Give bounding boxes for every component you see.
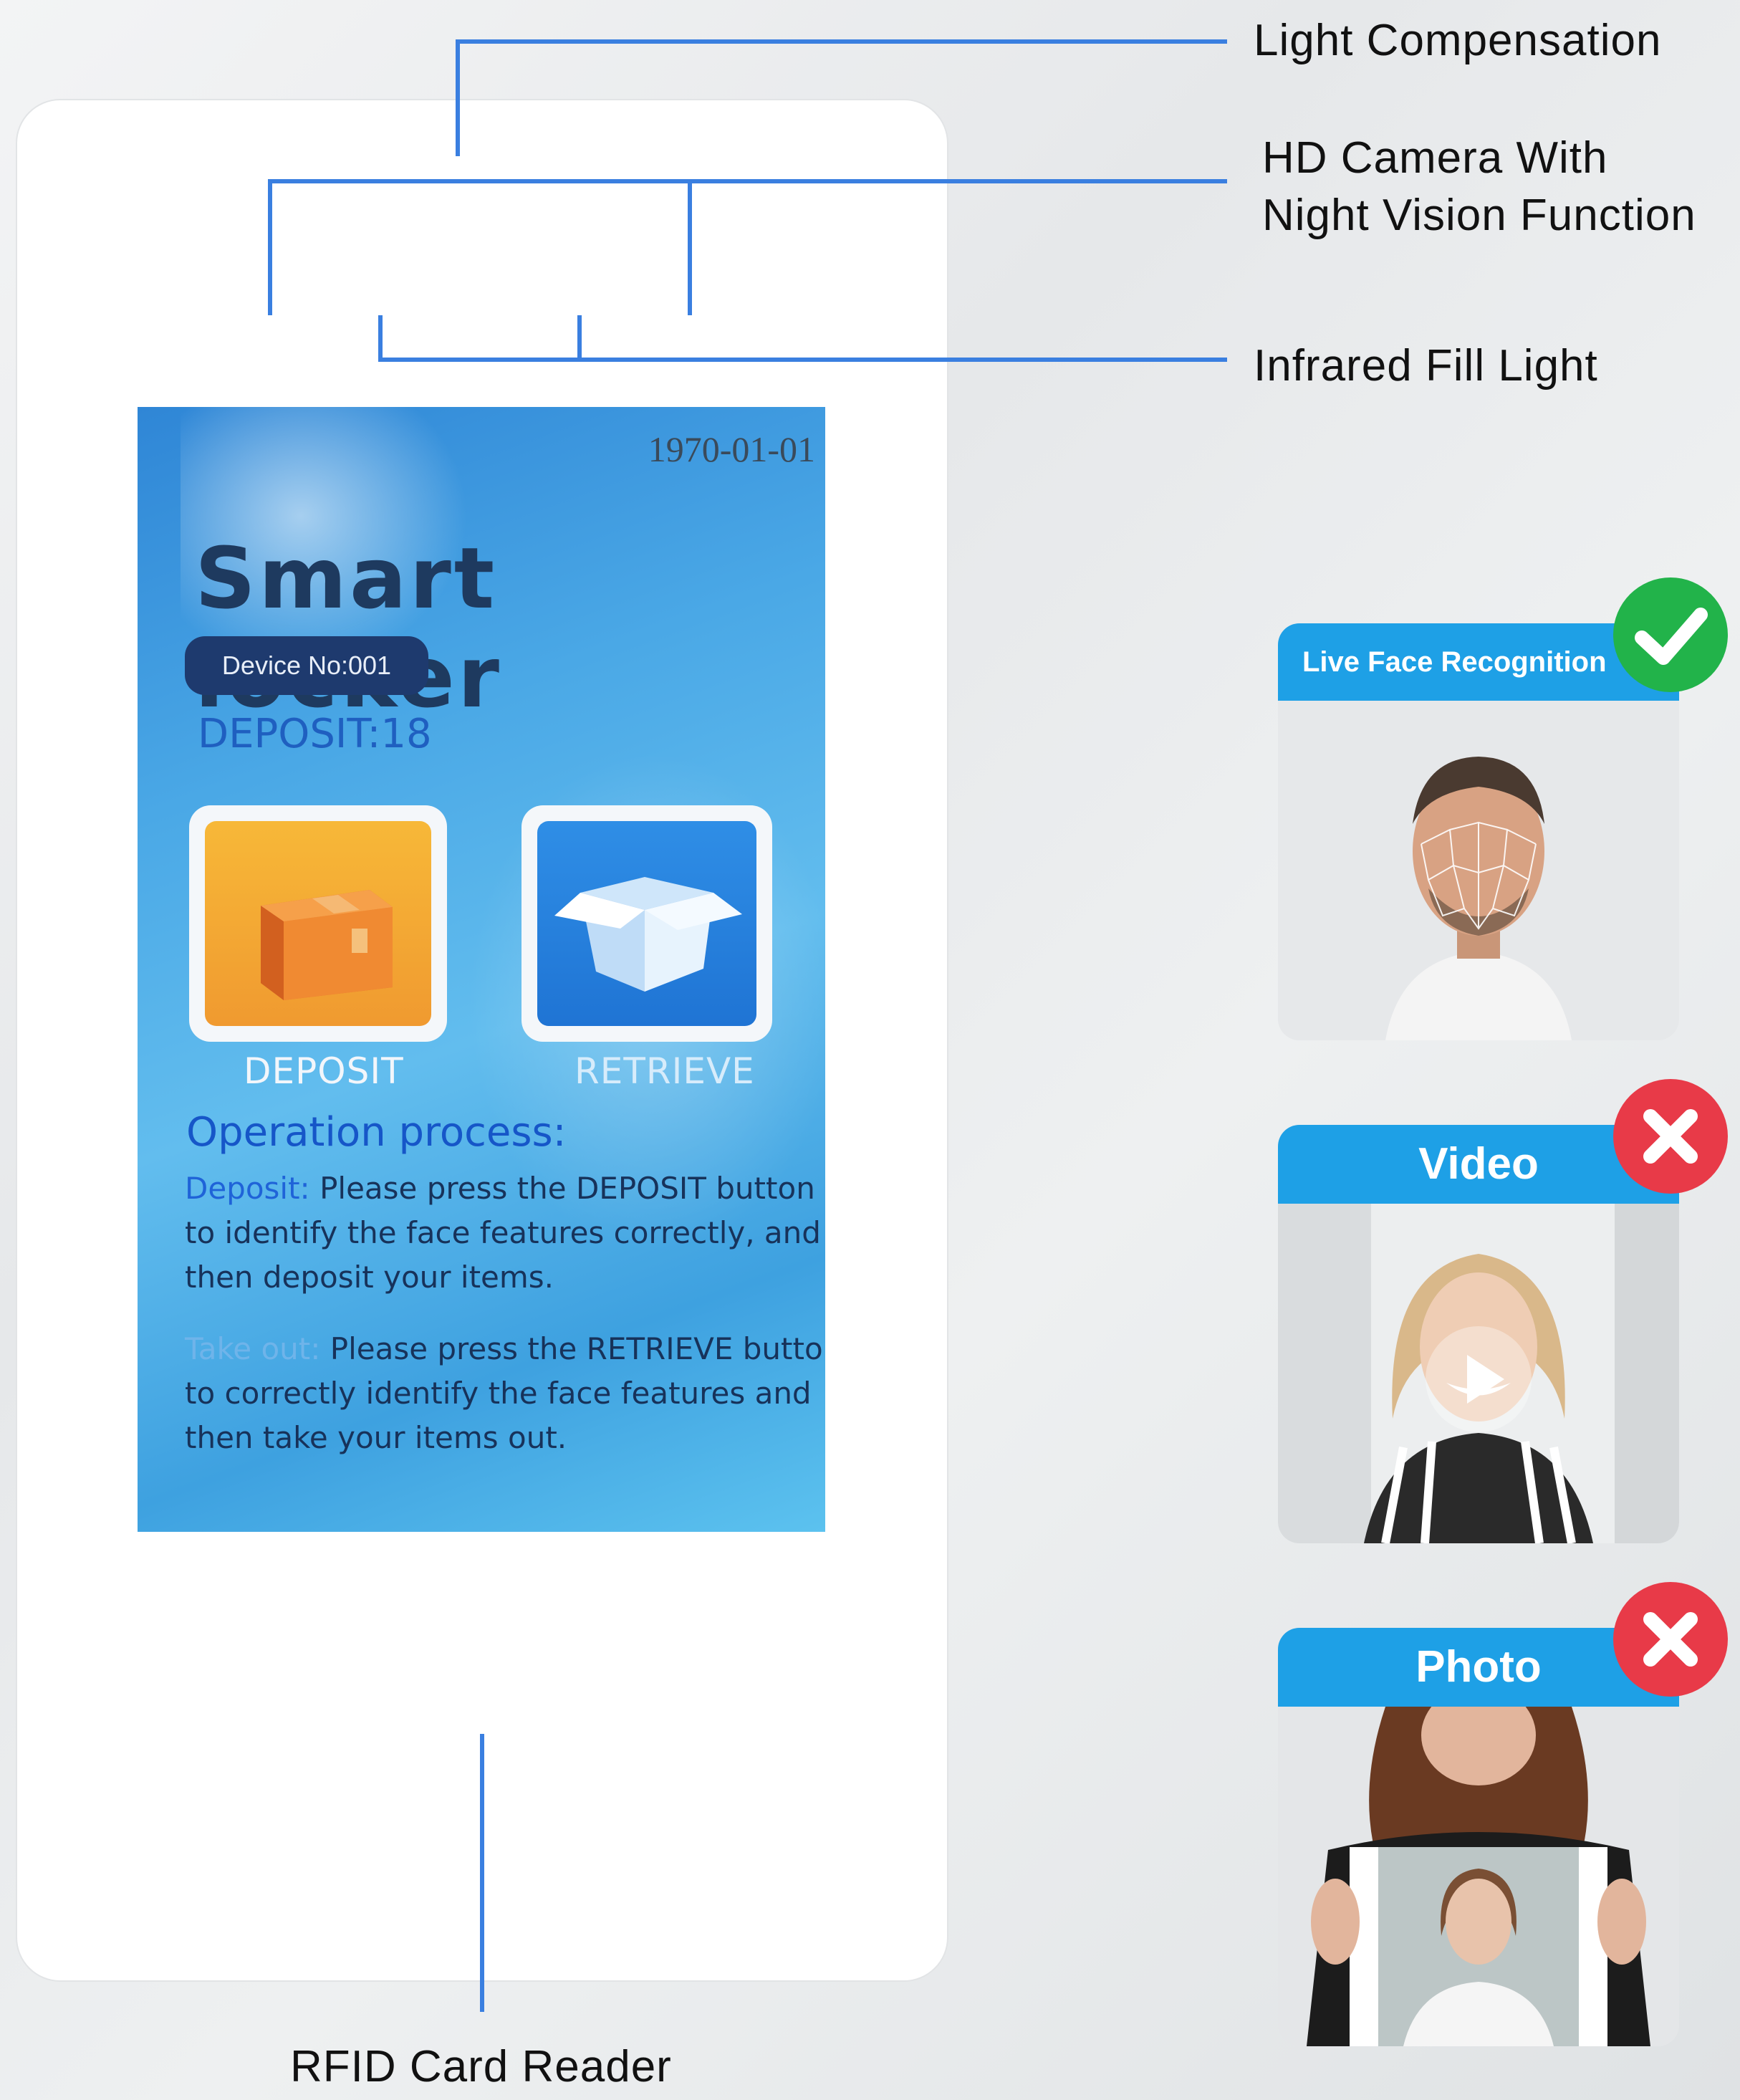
infrared-fill-light-label: Infrared Fill Light: [1254, 341, 1598, 390]
leader-line-infrared-mid: [577, 315, 582, 362]
cross-icon-photo: [1613, 1582, 1728, 1697]
touch-screen[interactable]: 1970-01-01 Smart locker Device No:001 DE…: [138, 407, 825, 1532]
man-face-scan-photo: [1278, 701, 1679, 1040]
device-number-badge: Device No:001: [185, 636, 428, 695]
leader-line-hd-camera: [268, 179, 1227, 183]
light-compensation-label: Light Compensation: [1254, 16, 1662, 65]
deposit-step-label: Deposit:: [185, 1171, 310, 1206]
leader-line-hd-camera-right: [688, 179, 692, 315]
leader-line-infrared: [378, 358, 1227, 362]
leader-line-hd-camera-left: [268, 179, 272, 315]
leader-line-rfid: [480, 1734, 484, 2012]
hd-camera-label-line2: Night Vision Function: [1262, 191, 1696, 240]
screen-date: 1970-01-01: [648, 429, 815, 469]
hd-camera-label-line1: HD Camera With: [1262, 133, 1608, 183]
leader-line-light-compensation: [456, 39, 1227, 44]
leader-line-light-compensation-drop: [456, 39, 460, 156]
deposit-instructions: Deposit: Please press the DEPOSIT button…: [185, 1166, 825, 1300]
play-icon[interactable]: [1426, 1326, 1532, 1432]
open-box-icon: [554, 877, 742, 992]
screen-title: Smart locker: [195, 529, 499, 727]
leader-line-infrared-left: [378, 315, 383, 362]
retrieve-label: RETRIEVE: [575, 1050, 755, 1092]
deposit-count: DEPOSIT:18: [198, 711, 432, 757]
deposit-button[interactable]: [189, 805, 447, 1042]
takeout-instructions: Take out: Please press the RETRIEVE butt…: [185, 1327, 825, 1460]
operation-process-title: Operation process:: [186, 1109, 567, 1156]
deposit-label: DEPOSIT: [244, 1050, 404, 1092]
takeout-step-label: Take out:: [185, 1331, 321, 1366]
closed-box-icon: [261, 890, 393, 1000]
retrieve-button[interactable]: [521, 805, 772, 1042]
rfid-card-reader-label: RFID Card Reader: [290, 2042, 672, 2091]
woman-holding-photo: [1278, 1707, 1679, 2046]
cross-icon-video: [1613, 1079, 1728, 1194]
check-icon: [1613, 577, 1728, 692]
